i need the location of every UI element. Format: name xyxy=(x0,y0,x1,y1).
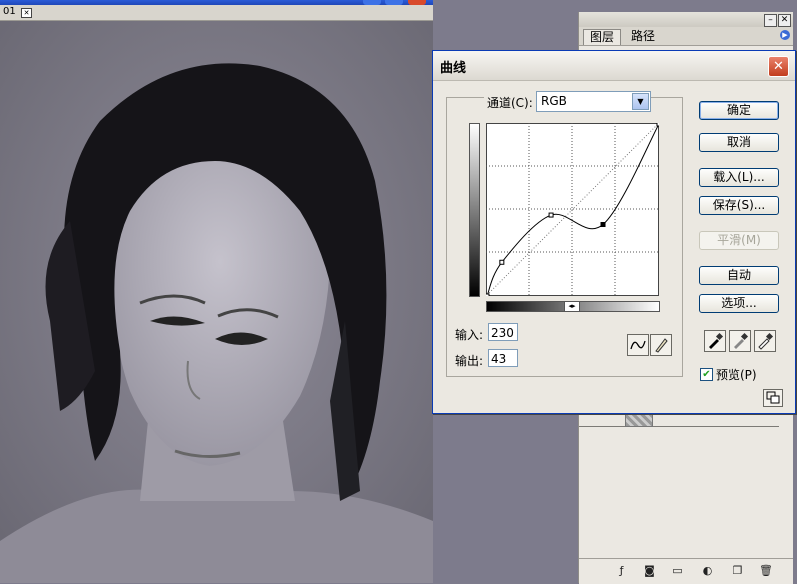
load-button[interactable]: 载入(L)... xyxy=(699,168,779,187)
expand-icon xyxy=(766,391,780,404)
black-eyedropper-icon xyxy=(709,332,724,349)
curve-point-tool-button[interactable] xyxy=(627,334,649,356)
palette-close-button[interactable]: ✕ xyxy=(778,14,791,27)
expand-button[interactable] xyxy=(763,389,783,407)
white-eyedropper-button[interactable] xyxy=(754,330,776,352)
white-eyedropper-icon xyxy=(758,332,774,350)
palette-footer: ƒ ◙ ▭ ◐ ❐ 🗑 xyxy=(579,558,793,584)
portrait-photo xyxy=(0,21,433,583)
chevron-down-icon[interactable]: ▼ xyxy=(632,93,649,110)
close-icon[interactable]: ✕ xyxy=(21,8,32,18)
preview-label: 预览(P) xyxy=(716,368,757,382)
cancel-button[interactable]: 取消 xyxy=(699,133,779,152)
curve-graph[interactable] xyxy=(486,123,659,296)
new-layer-icon[interactable]: ❐ xyxy=(731,564,744,577)
document-tab[interactable]: 01 ✕ xyxy=(0,5,433,21)
channel-select[interactable]: RGB ▼ xyxy=(536,91,651,112)
gradient-toggle-icon[interactable]: ◂▸ xyxy=(564,301,580,312)
dialog-title: 曲线 xyxy=(440,61,467,76)
auto-button[interactable]: 自动 xyxy=(699,266,779,285)
fx-icon[interactable]: ƒ xyxy=(615,564,628,577)
options-button[interactable]: 选项... xyxy=(699,294,779,313)
palette-tabs: 图层 路径 ▶ xyxy=(579,27,793,46)
folder-icon[interactable]: ▭ xyxy=(671,564,684,577)
palette-menu-icon[interactable]: ▶ xyxy=(780,30,790,40)
output-gradient-bar xyxy=(469,123,480,297)
pencil-tool-button[interactable] xyxy=(650,334,672,356)
pencil-tool-icon xyxy=(655,338,668,353)
curve-point[interactable] xyxy=(548,212,554,218)
layers-list xyxy=(579,410,793,558)
ok-button[interactable]: 确定 xyxy=(699,101,779,120)
dialog-titlebar[interactable]: 曲线 ✕ xyxy=(433,51,795,81)
close-icon[interactable]: ✕ xyxy=(768,56,789,77)
save-button[interactable]: 保存(S)... xyxy=(699,196,779,215)
preview-checkbox[interactable]: ✔ xyxy=(700,368,713,381)
curves-dialog: 曲线 ✕ 通道(C): RGB ▼ ◂▸ 输入: 230 输出: 43 确定 取… xyxy=(432,50,796,414)
tab-layers[interactable]: 图层 xyxy=(583,29,622,45)
input-label: 输入: xyxy=(455,328,484,342)
tab-paths[interactable]: 路径 xyxy=(625,29,661,44)
input-field[interactable]: 230 xyxy=(488,323,518,341)
mask-icon[interactable]: ◙ xyxy=(643,564,656,577)
gray-eyedropper-button[interactable] xyxy=(729,330,751,352)
black-eyedropper-button[interactable] xyxy=(704,330,726,352)
adjustment-icon[interactable]: ◐ xyxy=(701,564,714,577)
output-label: 输出: xyxy=(455,354,484,368)
gray-eyedropper-icon xyxy=(734,332,749,349)
document-tab-label: 01 xyxy=(3,6,16,17)
channel-value: RGB xyxy=(541,94,567,108)
trash-icon[interactable]: 🗑 xyxy=(759,564,773,577)
curve-point[interactable] xyxy=(486,293,490,296)
curve-point[interactable] xyxy=(600,222,606,228)
output-field[interactable]: 43 xyxy=(488,349,518,367)
curve-point-tool-icon xyxy=(630,340,646,350)
smooth-button[interactable]: 平滑(M) xyxy=(699,231,779,250)
curve-point[interactable] xyxy=(499,259,505,265)
palette-minimize-button[interactable]: – xyxy=(764,14,777,27)
channel-label: 通道(C): xyxy=(484,94,536,111)
curve-point[interactable] xyxy=(656,123,659,127)
document-window: 01 ✕ xyxy=(0,0,433,583)
palette-titlebar[interactable]: – ✕ xyxy=(579,12,793,27)
